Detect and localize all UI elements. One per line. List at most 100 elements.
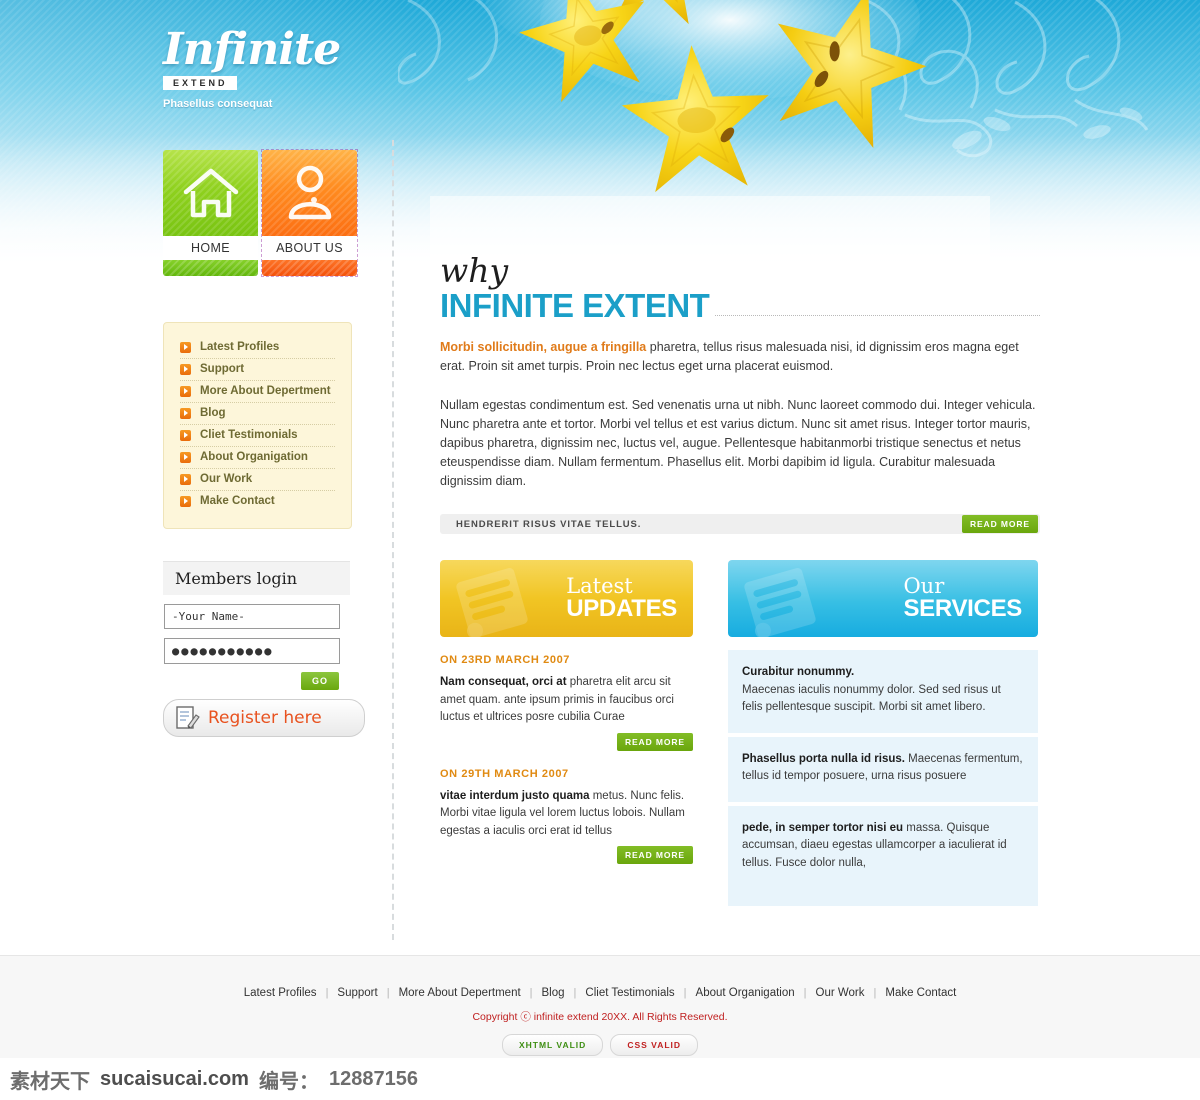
post-date: ON 23RD MARCH 2007 bbox=[440, 654, 571, 666]
site-logo[interactable]: Infinite EXTEND Phasellus consequat bbox=[163, 28, 443, 110]
page-root: Infinite EXTEND Phasellus consequat HOME bbox=[0, 0, 1200, 1100]
members-login-title: Members login bbox=[163, 561, 350, 595]
footer: Latest Profiles | Support | More About D… bbox=[0, 955, 1200, 1061]
watermark-brand: 素材天下 bbox=[10, 1070, 90, 1093]
go-row: GO bbox=[163, 672, 339, 690]
post-read-more-button[interactable]: READ MORE bbox=[616, 846, 693, 864]
footer-link-support[interactable]: Support bbox=[337, 987, 377, 999]
footer-separator: | bbox=[529, 987, 533, 999]
footer-link-more-about-depertment[interactable]: More About Depertment bbox=[399, 987, 521, 999]
footer-link-cliet-testimonials[interactable]: Cliet Testimonials bbox=[585, 987, 674, 999]
sidebar-item-label: About Organigation bbox=[200, 451, 308, 463]
service-text: Phasellus porta nulla id risus. Maecenas… bbox=[742, 751, 1024, 786]
nav-bar-home bbox=[163, 260, 258, 276]
two-column-panels: Latest UPDATES ON 23RD MARCH 2007 Nam co… bbox=[440, 560, 1040, 910]
panel-title-light: Our bbox=[903, 574, 945, 598]
sidebar: HOME ABOUT US Latest Profiles Support Mo… bbox=[163, 149, 365, 737]
latest-updates-panel: Latest UPDATES ON 23RD MARCH 2007 Nam co… bbox=[440, 560, 693, 910]
sidebar-item-label: Our Work bbox=[200, 473, 253, 485]
footer-link-blog[interactable]: Blog bbox=[542, 987, 565, 999]
logo-tagline: Phasellus consequat bbox=[163, 98, 273, 110]
post-body: vitae interdum justo quama metus. Nunc f… bbox=[440, 788, 693, 841]
username-input[interactable] bbox=[164, 604, 340, 629]
panel-title-bold: SERVICES bbox=[903, 595, 1022, 622]
footer-link-about-organigation[interactable]: About Organigation bbox=[696, 987, 795, 999]
footer-separator: | bbox=[803, 987, 807, 999]
nav-button-home[interactable]: HOME bbox=[163, 150, 258, 276]
register-here-label: Register here bbox=[208, 708, 322, 728]
sidebar-item-more-about-depertment[interactable]: More About Depertment bbox=[180, 381, 335, 403]
footer-link-our-work[interactable]: Our Work bbox=[816, 987, 865, 999]
service-title: pede, in semper tortor nisi eu bbox=[742, 821, 904, 834]
register-here-button[interactable]: Register here bbox=[163, 699, 365, 737]
panel-title-light: Latest bbox=[566, 574, 633, 598]
post-more-row: READ MORE bbox=[440, 846, 693, 864]
footer-separator: | bbox=[683, 987, 687, 999]
nav-button-about-us[interactable]: ABOUT US bbox=[261, 149, 358, 277]
strip-label: HENDRERIT RISUS VITAE TELLUS. bbox=[456, 518, 642, 530]
nav-label-about-us: ABOUT US bbox=[262, 236, 357, 260]
strip-read-more-button[interactable]: READ MORE bbox=[961, 515, 1038, 533]
form-pencil-icon bbox=[176, 706, 200, 729]
our-services-panel: Our SERVICES Curabitur nonummy. Maecenas… bbox=[728, 560, 1038, 910]
sidebar-item-make-contact[interactable]: Make Contact bbox=[180, 491, 335, 512]
our-services-titles: Our SERVICES bbox=[903, 574, 1022, 622]
sidebar-item-label: Cliet Testimonials bbox=[200, 429, 298, 441]
arrow-bullet-icon bbox=[180, 341, 191, 353]
sidebar-menu: Latest Profiles Support More About Deper… bbox=[163, 322, 352, 529]
arrow-bullet-icon bbox=[180, 407, 191, 419]
latest-updates-titles: Latest UPDATES bbox=[566, 574, 677, 622]
sidebar-item-label: Make Contact bbox=[200, 495, 275, 507]
watermark-site: sucaisucai.com bbox=[100, 1067, 249, 1090]
sidebar-item-latest-profiles[interactable]: Latest Profiles bbox=[180, 337, 335, 359]
column-divider bbox=[392, 140, 394, 940]
logo-badge: EXTEND bbox=[163, 76, 237, 90]
css-valid-badge[interactable]: CSS VALID bbox=[610, 1034, 699, 1056]
sidebar-item-our-work[interactable]: Our Work bbox=[180, 469, 335, 491]
footer-separator: | bbox=[386, 987, 390, 999]
page-title-row: INFINITE EXTENT bbox=[440, 289, 1040, 323]
sidebar-item-label: Latest Profiles bbox=[200, 341, 280, 353]
post-read-more-button[interactable]: READ MORE bbox=[616, 732, 693, 751]
sidebar-item-cliet-testimonials[interactable]: Cliet Testimonials bbox=[180, 425, 335, 447]
arrow-bullet-icon bbox=[180, 451, 191, 463]
watermark-id-label: 编号： bbox=[258, 1070, 319, 1093]
arrow-bullet-icon bbox=[180, 473, 191, 485]
lead-paragraph: Morbi sollicitudin, augue a fringilla ph… bbox=[440, 338, 1040, 376]
post-title: Nam consequat, orci at bbox=[440, 676, 567, 688]
service-item: Phasellus porta nulla id risus. Maecenas… bbox=[728, 736, 1038, 802]
sidebar-item-support[interactable]: Support bbox=[180, 359, 335, 381]
go-button[interactable]: GO bbox=[300, 672, 339, 690]
nav-label-home: HOME bbox=[163, 236, 258, 260]
xhtml-valid-badge[interactable]: XHTML VALID bbox=[501, 1034, 604, 1056]
service-body: Maecenas iaculis nonummy dolor. Sed sed … bbox=[742, 683, 1001, 714]
panel-title-bold: UPDATES bbox=[566, 595, 677, 622]
footer-links: Latest Profiles | Support | More About D… bbox=[244, 987, 957, 999]
sidebar-item-blog[interactable]: Blog bbox=[180, 403, 335, 425]
main-content: why INFINITE EXTENT Morbi sollicitudin, … bbox=[440, 254, 1040, 910]
nav-tile-about-us bbox=[262, 150, 357, 236]
footer-separator: | bbox=[873, 987, 877, 999]
service-title: Phasellus porta nulla id risus. bbox=[742, 752, 905, 765]
arrow-bullet-icon bbox=[180, 385, 191, 397]
sidebar-item-about-organigation[interactable]: About Organigation bbox=[180, 447, 335, 469]
validation-badges: XHTML VALID CSS VALID bbox=[501, 1034, 699, 1056]
footer-link-latest-profiles[interactable]: Latest Profiles bbox=[244, 987, 317, 999]
password-input[interactable] bbox=[164, 638, 340, 664]
service-item: Curabitur nonummy. Maecenas iaculis nonu… bbox=[728, 650, 1038, 733]
primary-nav: HOME ABOUT US bbox=[163, 149, 363, 277]
lead-highlight: Morbi sollicitudin, augue a fringilla bbox=[440, 340, 647, 354]
members-login-box: Members login GO Register here bbox=[163, 561, 365, 737]
sidebar-item-label: Support bbox=[200, 363, 245, 375]
page-title: INFINITE EXTENT bbox=[440, 287, 710, 324]
copyright-text: Copyright ⓒ infinite extend 20XX. All Ri… bbox=[472, 1011, 728, 1023]
our-services-header: Our SERVICES bbox=[728, 560, 1038, 637]
nav-bar-about-us bbox=[262, 260, 357, 276]
list-document-icon bbox=[456, 568, 528, 637]
latest-updates-header: Latest UPDATES bbox=[440, 560, 693, 637]
post-title: vitae interdum justo quama bbox=[440, 789, 590, 802]
hendrerit-strip: HENDRERIT RISUS VITAE TELLUS. READ MORE bbox=[440, 514, 1040, 534]
footer-link-make-contact[interactable]: Make Contact bbox=[885, 987, 956, 999]
logo-wordmark: Infinite bbox=[163, 24, 341, 75]
update-post: ON 29TH MARCH 2007 vitae interdum justo … bbox=[440, 768, 693, 864]
